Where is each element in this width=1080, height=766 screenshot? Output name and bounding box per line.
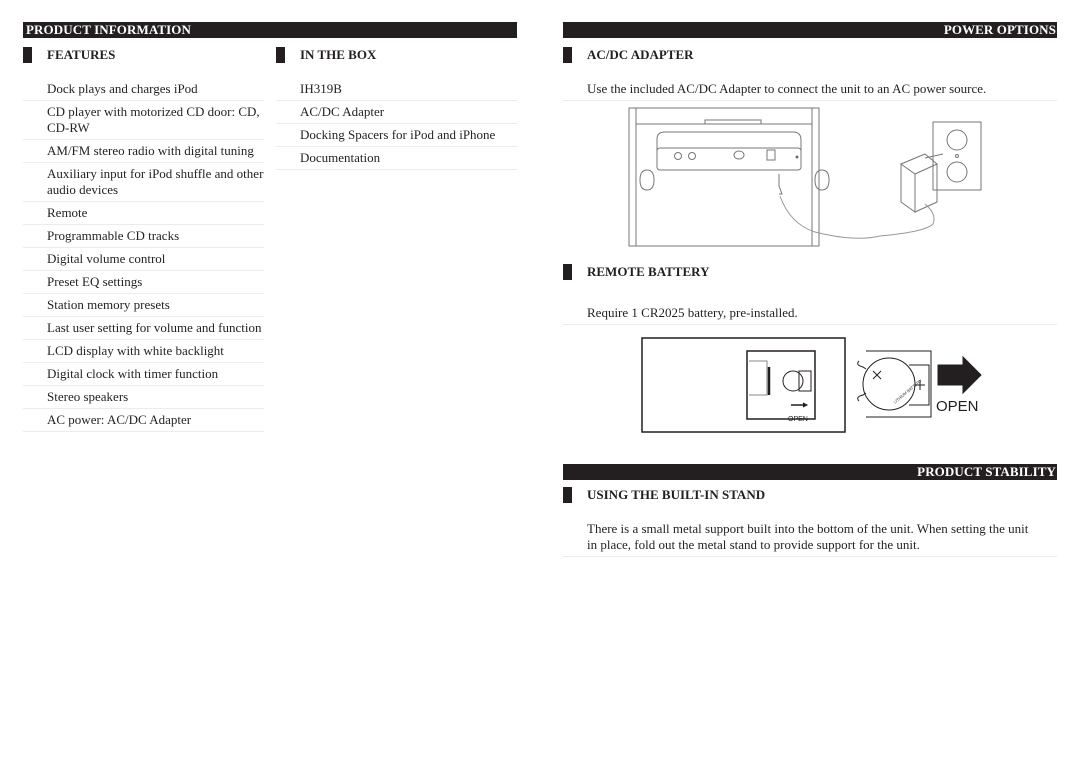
product-stability-header: PRODUCT STABILITY <box>563 464 1057 480</box>
list-item: IH319B <box>276 78 517 101</box>
in-the-box-heading-text: IN THE BOX <box>300 47 377 62</box>
remote-battery-illustration: OPEN OPEN LITHIUM BATTERY <box>641 337 982 433</box>
list-item: Docking Spacers for iPod and iPhone <box>276 124 517 147</box>
ac-dc-adapter-heading: AC/DC ADAPTER <box>563 47 863 63</box>
small-open-label: OPEN <box>788 416 808 423</box>
port-l-icon <box>688 152 696 160</box>
large-open-label: OPEN <box>936 398 979 415</box>
dc-in-port-icon <box>766 149 776 161</box>
features-list: Dock plays and charges iPod CD player wi… <box>23 78 264 432</box>
in-the-box-heading: IN THE BOX <box>276 47 506 63</box>
bullet-square-icon <box>563 264 572 280</box>
built-in-stand-text: There is a small metal support built int… <box>563 521 1057 557</box>
list-item: Last user setting for volume and functio… <box>23 317 264 340</box>
list-item: CD player with motorized CD door: CD, CD… <box>23 101 264 140</box>
list-item: Programmable CD tracks <box>23 225 264 248</box>
list-item: Station memory presets <box>23 294 264 317</box>
power-cable <box>779 195 935 239</box>
list-item: Dock plays and charges iPod <box>23 78 264 101</box>
bullet-square-icon <box>563 487 572 503</box>
ac-dc-adapter-text: Use the included AC/DC Adapter to connec… <box>563 81 1057 101</box>
list-item: Auxiliary input for iPod shuffle and oth… <box>23 163 264 202</box>
wall-outlet-icon <box>932 121 982 191</box>
built-in-stand-heading: USING THE BUILT-IN STAND <box>563 487 863 503</box>
list-item: Digital volume control <box>23 248 264 271</box>
features-heading: FEATURES <box>23 47 253 63</box>
keyhole-mount-icon <box>814 169 830 191</box>
dc-plug-icon <box>778 174 783 195</box>
product-information-title: PRODUCT INFORMATION <box>26 22 192 37</box>
coin-battery-icon <box>862 357 916 411</box>
power-options-title: POWER OPTIONS <box>943 22 1056 37</box>
port-panel <box>656 131 802 154</box>
bullet-square-icon <box>563 47 572 63</box>
list-item: Stereo speakers <box>23 386 264 409</box>
open-arrow-icon <box>937 355 982 395</box>
remote-battery-text: Require 1 CR2025 battery, pre-installed. <box>563 305 1057 325</box>
product-information-header: PRODUCT INFORMATION <box>23 22 517 38</box>
keyhole-mount-icon <box>639 169 655 191</box>
list-item: Remote <box>23 202 264 225</box>
power-options-header: POWER OPTIONS <box>563 22 1057 38</box>
built-in-stand-heading-text: USING THE BUILT-IN STAND <box>587 487 766 502</box>
ac-dc-adapter-heading-text: AC/DC ADAPTER <box>587 47 694 62</box>
list-item: AC power: AC/DC Adapter <box>23 409 264 432</box>
list-item: AM/FM stereo radio with digital tuning <box>23 140 264 163</box>
remote-battery-heading: REMOTE BATTERY <box>563 264 863 280</box>
port-r-icon <box>674 152 682 160</box>
bullet-square-icon <box>276 47 285 63</box>
battery-label-text: LITHIUM BATTERY <box>893 378 923 405</box>
in-the-box-list: IH319B AC/DC Adapter Docking Spacers for… <box>276 78 517 170</box>
remote-battery-heading-text: REMOTE BATTERY <box>587 264 710 279</box>
product-stability-title: PRODUCT STABILITY <box>917 464 1056 479</box>
list-item: LCD display with white backlight <box>23 340 264 363</box>
adapter-connection-illustration <box>628 107 982 247</box>
list-item: AC/DC Adapter <box>276 101 517 124</box>
features-heading-text: FEATURES <box>47 47 116 62</box>
aux-port-icon <box>733 150 745 160</box>
list-item: Preset EQ settings <box>23 271 264 294</box>
list-item: Digital clock with timer function <box>23 363 264 386</box>
bullet-square-icon <box>23 47 32 63</box>
unit-back-panel <box>628 107 820 247</box>
list-item: Documentation <box>276 147 517 170</box>
small-battery-icon <box>782 370 804 392</box>
